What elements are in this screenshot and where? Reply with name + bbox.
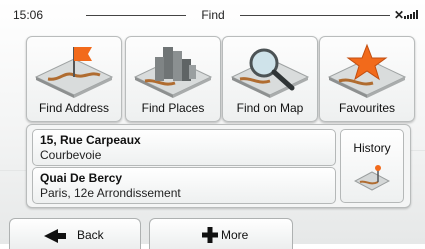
find-address-button[interactable]: Find Address <box>26 36 122 122</box>
flag-road-icon <box>34 47 114 98</box>
find-on-map-button[interactable]: Find on Map <box>222 36 318 122</box>
recent-item[interactable]: 15, Rue Carpeaux Courbevoie <box>32 129 336 166</box>
more-button[interactable]: More <box>149 218 293 249</box>
more-label: More <box>221 228 249 242</box>
back-arrow-icon <box>44 229 66 243</box>
satellite-icon: ✕ <box>394 8 405 22</box>
favourites-button[interactable]: Favourites <box>319 36 415 122</box>
recent-destinations: 15, Rue Carpeaux Courbevoie Quai De Berc… <box>26 124 411 208</box>
recent-item-subtitle: Paris, 12e Arrondissement <box>40 186 181 200</box>
plus-icon <box>202 227 218 243</box>
recent-item-name: Quai De Bercy <box>40 171 123 185</box>
title-divider-right <box>240 15 390 16</box>
signal-strength-icon <box>404 10 420 19</box>
buildings-icon <box>133 47 213 98</box>
history-button[interactable]: History <box>340 129 404 203</box>
magnifier-map-icon <box>230 48 310 98</box>
recent-item-name: 15, Rue Carpeaux <box>40 133 141 147</box>
favourites-label: Favourites <box>338 101 396 115</box>
clock-time: 15:06 <box>13 8 44 22</box>
back-button[interactable]: Back <box>9 218 141 249</box>
back-label: Back <box>77 228 104 242</box>
status-bar: 15:06 Find ✕ <box>0 0 425 28</box>
history-route-icon <box>354 165 390 191</box>
find-on-map-label: Find on Map <box>236 101 304 115</box>
find-places-label: Find Places <box>141 101 205 115</box>
star-icon <box>327 43 407 98</box>
recent-item[interactable]: Quai De Bercy Paris, 12e Arrondissement <box>32 167 336 204</box>
recent-item-subtitle: Courbevoie <box>40 148 102 162</box>
find-address-label: Find Address <box>38 101 110 115</box>
title-divider-left <box>86 15 186 16</box>
history-label: History <box>353 141 391 155</box>
screen-title: Find <box>201 8 225 22</box>
find-places-button[interactable]: Find Places <box>125 36 221 122</box>
